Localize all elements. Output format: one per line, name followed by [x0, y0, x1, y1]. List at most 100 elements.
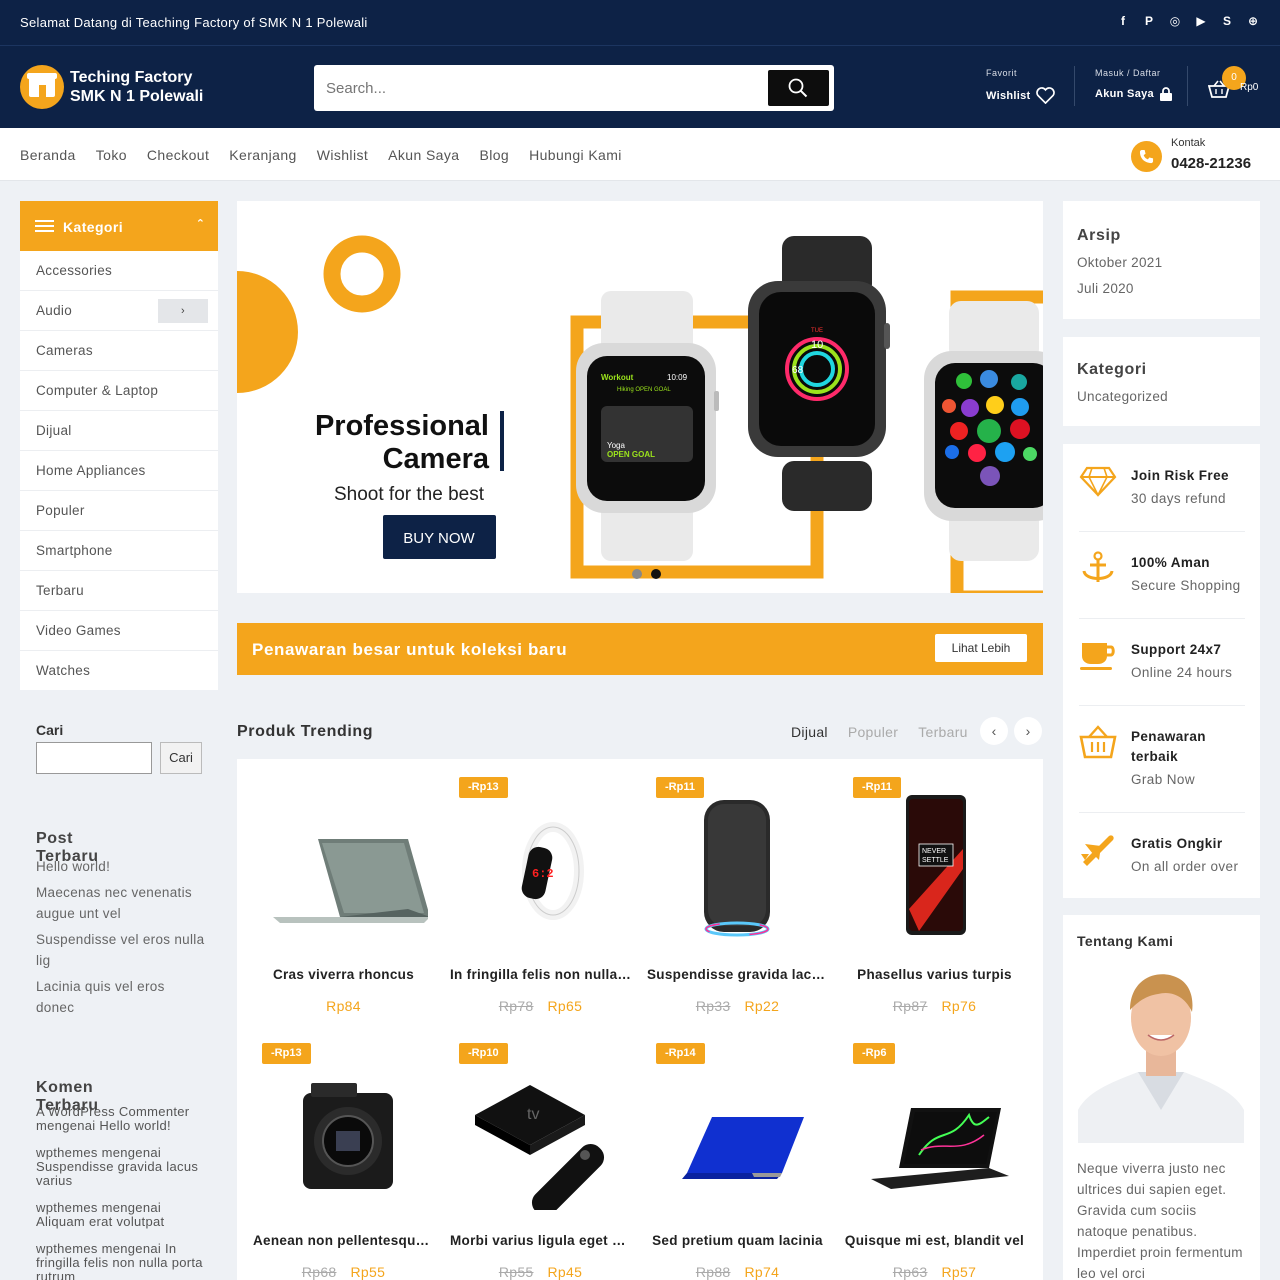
product-card[interactable]: -Rp6 Quisque mi est, blandit vel Rp63 Rp5…: [836, 1025, 1033, 1280]
tab-dijual[interactable]: Dijual: [791, 724, 828, 740]
comment-author[interactable]: wpthemes: [36, 1241, 98, 1256]
recent-post-link[interactable]: Lacinia quis vel eros donec: [36, 976, 206, 1018]
category-item[interactable]: Cameras: [20, 331, 218, 371]
category-item[interactable]: Accessories: [20, 251, 218, 291]
category-item[interactable]: Terbaru: [20, 571, 218, 611]
nav-toko[interactable]: Toko: [96, 147, 127, 163]
comment-author[interactable]: wpthemes: [36, 1200, 98, 1215]
category-link[interactable]: Uncategorized: [1077, 386, 1168, 407]
orange-ring: [323, 235, 401, 313]
comment-on: mengenai: [101, 1145, 162, 1160]
buy-now-label[interactable]: BUY NOW: [403, 530, 475, 547]
watch2-temp: 68: [792, 365, 804, 376]
product-card[interactable]: -Rp13 Aenean non pellentesque ligula Rp6…: [245, 1025, 442, 1280]
product-card[interactable]: Cras viverra rhoncus Rp84: [245, 759, 442, 1019]
svg-text:6:2: 6:2: [532, 867, 554, 881]
comment-post[interactable]: Hello world!: [99, 1118, 171, 1133]
product-card[interactable]: -Rp13 6:2 In fringilla felis non nulla p…: [442, 759, 639, 1019]
category-item[interactable]: Home Appliances: [20, 451, 218, 491]
product-name[interactable]: In fringilla felis non nulla porta: [450, 967, 631, 982]
category-header[interactable]: Kategori ⌃: [20, 201, 218, 251]
comment-post[interactable]: Suspendisse gravida lacus varius: [36, 1159, 198, 1188]
product-name[interactable]: Aenean non pellentesque ligula: [253, 1233, 434, 1248]
hero-slider[interactable]: Workout 10:09 Hiking OPEN GOAL Yoga OPEN…: [237, 201, 1043, 593]
product-name[interactable]: Suspendisse gravida lacus varius: [647, 967, 828, 982]
search-bar: [314, 65, 834, 111]
archive-link[interactable]: Oktober 2021: [1077, 252, 1162, 273]
facebook-icon[interactable]: f: [1116, 14, 1130, 28]
archive-link[interactable]: Juli 2020: [1077, 278, 1134, 299]
product-name[interactable]: Quisque mi est, blandit vel: [844, 1233, 1025, 1248]
slider-dot[interactable]: [632, 569, 642, 579]
product-old-price: Rp33: [695, 998, 731, 1014]
cup-icon: [1080, 643, 1115, 670]
category-item-audio[interactable]: Audio ›: [20, 291, 218, 331]
product-card[interactable]: -Rp14 Sed pretium quam lacinia Rp88 Rp74: [639, 1025, 836, 1280]
feature-item: Support 24x7 Online 24 hours: [1079, 618, 1245, 706]
product-card[interactable]: -Rp11 Suspendisse gravida lacus varius R…: [639, 759, 836, 1019]
chevron-right-icon[interactable]: ›: [158, 299, 208, 323]
account-link[interactable]: Masuk / Daftar Akun Saya: [1095, 68, 1172, 101]
product-name[interactable]: Phasellus varius turpis: [844, 967, 1025, 982]
recent-post-link[interactable]: Maecenas nec venenatis augue unt vel: [36, 882, 206, 924]
archive-title: Arsip: [1077, 227, 1121, 244]
stumbleupon-icon[interactable]: S: [1220, 14, 1234, 28]
nav-beranda[interactable]: Beranda: [20, 147, 76, 163]
category-widget: Kategori Uncategorized: [1063, 337, 1260, 426]
cart-link[interactable]: 0 Rp0: [1206, 66, 1266, 108]
next-arrow-icon[interactable]: ›: [1014, 717, 1042, 745]
lock-icon: [1159, 87, 1172, 101]
site-logo[interactable]: Teching Factory SMK N 1 Polewali: [20, 65, 203, 109]
comment-author[interactable]: A WordPress Commenter: [36, 1104, 189, 1119]
nav-checkout[interactable]: Checkout: [147, 147, 209, 163]
category-item[interactable]: Video Games: [20, 611, 218, 651]
category-item[interactable]: Populer: [20, 491, 218, 531]
laptop-image: [273, 839, 428, 923]
product-name[interactable]: Morbi varius ligula eget nunc: [450, 1233, 631, 1248]
archive-widget: Arsip Oktober 2021 Juli 2020: [1063, 201, 1260, 319]
nav-keranjang[interactable]: Keranjang: [229, 147, 296, 163]
logo-line-1: Teching Factory: [70, 69, 193, 86]
recent-post-link[interactable]: Hello world!: [36, 856, 206, 877]
youtube-icon[interactable]: ▶: [1194, 14, 1208, 28]
product-card[interactable]: -Rp10 tv Morbi varius ligula eget nunc R…: [442, 1025, 639, 1280]
search-input[interactable]: [326, 73, 766, 103]
tab-terbaru[interactable]: Terbaru: [918, 724, 968, 740]
nav-akun-saya[interactable]: Akun Saya: [388, 147, 459, 163]
product-name[interactable]: Cras viverra rhoncus: [253, 967, 434, 982]
product-price: Rp45: [547, 1264, 583, 1280]
category-item[interactable]: Dijual: [20, 411, 218, 451]
slider-dot-active[interactable]: [651, 569, 661, 579]
product-card[interactable]: -Rp11 NEVER SETTLE Phasellus varius turp…: [836, 759, 1033, 1019]
pinterest-icon[interactable]: P: [1142, 14, 1156, 28]
product-old-price: Rp55: [498, 1264, 534, 1280]
gaming-laptop-image: [871, 1108, 1009, 1189]
lihat-lebih-button[interactable]: Lihat Lebih: [935, 634, 1027, 662]
nav-blog[interactable]: Blog: [479, 147, 509, 163]
watch2-date: 10: [811, 339, 823, 351]
comment-item: wpthemes mengenai Aliquam erat volutpat: [36, 1201, 208, 1229]
category-menu: Kategori ⌃ Accessories Audio › Cameras Co…: [20, 201, 218, 690]
feature-title: Join Risk Free: [1131, 468, 1229, 483]
comment-post[interactable]: Aliquam erat volutpat: [36, 1214, 164, 1229]
search-widget-label: Cari: [36, 722, 64, 738]
category-item[interactable]: Smartphone: [20, 531, 218, 571]
smartphone-image: NEVER SETTLE: [906, 795, 966, 935]
tab-populer[interactable]: Populer: [848, 724, 898, 740]
nav-wishlist[interactable]: Wishlist: [317, 147, 368, 163]
contact-phone[interactable]: 0428-21236: [1171, 155, 1251, 172]
prev-arrow-icon[interactable]: ‹: [980, 717, 1008, 745]
recent-post-link[interactable]: Suspendisse vel eros nulla lig: [36, 929, 206, 971]
instagram-icon[interactable]: ◎: [1168, 14, 1182, 28]
widget-search-button[interactable]: Cari: [160, 742, 202, 774]
category-item[interactable]: Watches: [20, 651, 218, 691]
search-button[interactable]: [768, 70, 829, 106]
comment-author[interactable]: wpthemes: [36, 1145, 98, 1160]
nav-hubungi-kami[interactable]: Hubungi Kami: [529, 147, 622, 163]
widget-search-input[interactable]: [36, 742, 152, 774]
product-name[interactable]: Sed pretium quam lacinia: [647, 1233, 828, 1248]
category-item[interactable]: Computer & Laptop: [20, 371, 218, 411]
dribbble-icon[interactable]: ⊕: [1246, 14, 1260, 28]
slider-title-line2: Camera: [383, 443, 490, 475]
wishlist-link[interactable]: Favorit Wishlist: [986, 68, 1056, 104]
